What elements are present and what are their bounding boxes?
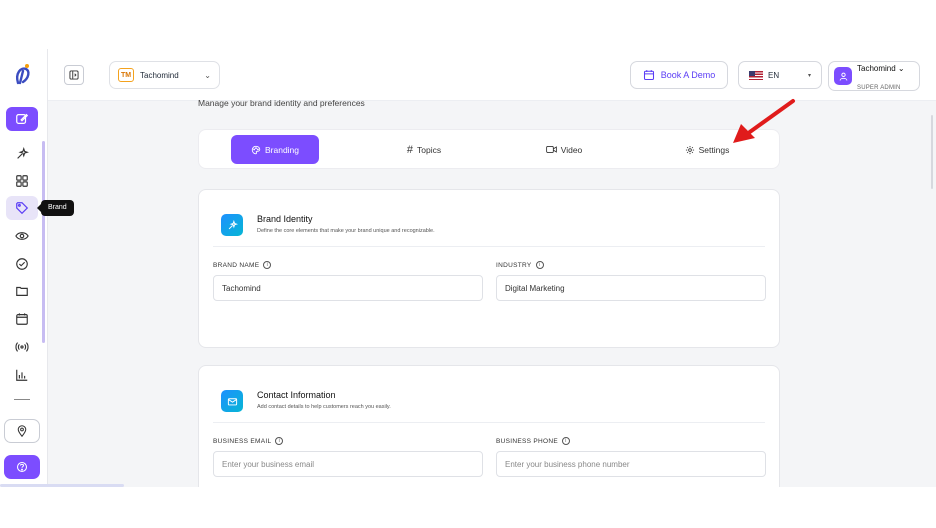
user-name: Tachomind ⌄ xyxy=(857,64,905,74)
info-icon[interactable]: i xyxy=(535,261,544,269)
sidebar-divider xyxy=(14,399,30,400)
tag-icon xyxy=(16,202,29,215)
business-phone-label: BUSINESS PHONE i xyxy=(496,437,570,445)
sidebar-item-automation[interactable] xyxy=(6,143,38,165)
industry-label: INDUSTRY i xyxy=(496,261,544,269)
tab-bar: Branding # Topics Video Settings xyxy=(198,129,780,169)
sidebar-location-button[interactable] xyxy=(4,419,40,443)
sidebar-item-preview[interactable] xyxy=(6,225,38,247)
tab-branding[interactable]: Branding xyxy=(231,135,319,164)
sidebar-item-files[interactable] xyxy=(6,280,38,302)
language-selector[interactable]: EN ▾ xyxy=(738,61,822,89)
sparkles-icon xyxy=(17,147,29,159)
info-icon[interactable]: i xyxy=(263,261,272,269)
page-subtitle: Manage your brand identity and preferenc… xyxy=(198,98,365,108)
business-email-input[interactable] xyxy=(213,451,483,477)
brand-name-label: BRAND NAME i xyxy=(213,261,272,269)
sidebar-item-calendar[interactable] xyxy=(6,308,38,330)
brand-identity-title: Brand Identity xyxy=(257,214,313,224)
palette-icon xyxy=(251,145,261,154)
workspace-badge: TM xyxy=(118,68,134,82)
top-bar: TM Tachomind ⌄ Book A Demo EN ▾ Tachomin… xyxy=(48,49,936,101)
contact-description: Add contact details to help customers re… xyxy=(257,404,391,410)
calendar-icon xyxy=(16,313,28,325)
business-email-label: BUSINESS EMAIL i xyxy=(213,437,284,445)
us-flag-icon xyxy=(749,70,763,80)
sidebar-toggle-icon xyxy=(69,70,79,80)
folder-icon xyxy=(16,286,28,296)
tab-topics[interactable]: # Topics xyxy=(384,135,464,164)
tab-topics-label: Topics xyxy=(417,144,442,155)
app-frame: Brand TM Tachomind ⌄ Book A Demo EN ▾ Ta… xyxy=(0,49,936,487)
card-divider xyxy=(213,246,765,247)
tab-video[interactable]: Video xyxy=(524,135,604,164)
sidebar-help-button[interactable] xyxy=(4,455,40,479)
help-icon xyxy=(16,461,28,473)
grid-icon xyxy=(16,175,28,187)
user-icon xyxy=(839,72,847,81)
user-role: SUPER ADMIN xyxy=(857,85,901,91)
sidebar-item-edit[interactable] xyxy=(6,107,38,131)
sidebar-item-broadcast[interactable] xyxy=(6,336,38,358)
caret-down-icon: ▾ xyxy=(807,72,811,79)
sidebar-item-brand[interactable] xyxy=(6,196,38,220)
sidebar-item-analytics[interactable] xyxy=(6,364,38,386)
check-circle-icon xyxy=(16,258,28,270)
panel-toggle-button[interactable] xyxy=(64,65,84,85)
location-pin-icon xyxy=(17,425,27,437)
avatar xyxy=(834,67,852,85)
content-scrollbar[interactable] xyxy=(931,115,933,189)
info-icon[interactable]: i xyxy=(562,437,570,445)
video-icon xyxy=(545,146,557,153)
contact-title: Contact Information xyxy=(257,390,336,400)
app-logo-icon[interactable] xyxy=(9,61,35,87)
card-divider xyxy=(213,422,765,423)
sidebar-item-dashboard[interactable] xyxy=(6,170,38,192)
sparkles-icon xyxy=(221,214,243,236)
chevron-down-icon: ⌄ xyxy=(204,70,211,80)
gear-icon xyxy=(685,145,694,154)
brand-name-input[interactable] xyxy=(213,275,483,301)
brand-identity-card: Brand Identity Define the core elements … xyxy=(198,189,780,348)
sidebar xyxy=(0,49,48,487)
workspace-name: Tachomind xyxy=(140,70,179,80)
broadcast-icon xyxy=(15,342,29,352)
contact-information-card: Contact Information Add contact details … xyxy=(198,365,780,487)
business-phone-input[interactable] xyxy=(496,451,766,477)
mail-icon xyxy=(221,390,243,412)
calendar-icon xyxy=(643,70,654,81)
brand-identity-description: Define the core elements that make your … xyxy=(257,228,435,234)
user-info: Tachomind ⌄ SUPER ADMIN xyxy=(857,58,905,93)
annotation-arrow-icon xyxy=(733,99,795,143)
language-label: EN xyxy=(768,70,780,80)
bar-chart-icon xyxy=(16,369,28,381)
sidebar-scrollbar[interactable] xyxy=(42,141,45,343)
edit-icon xyxy=(16,113,29,124)
tab-video-label: Video xyxy=(560,144,583,155)
workspace-selector[interactable]: TM Tachomind ⌄ xyxy=(109,61,220,89)
main-content: Manage your brand identity and preferenc… xyxy=(48,98,936,487)
chevron-down-icon: ⌄ xyxy=(897,64,905,74)
sidebar-item-approvals[interactable] xyxy=(6,253,38,275)
user-menu[interactable]: Tachomind ⌄ SUPER ADMIN xyxy=(828,61,920,91)
book-demo-button[interactable]: Book A Demo xyxy=(630,61,728,89)
hash-icon: # xyxy=(406,143,414,156)
info-icon[interactable]: i xyxy=(275,437,284,445)
industry-input[interactable] xyxy=(496,275,766,301)
eye-icon xyxy=(15,232,29,240)
tab-branding-label: Branding xyxy=(264,144,300,155)
horizontal-scrollbar[interactable] xyxy=(0,484,124,487)
book-demo-label: Book A Demo xyxy=(660,70,716,80)
